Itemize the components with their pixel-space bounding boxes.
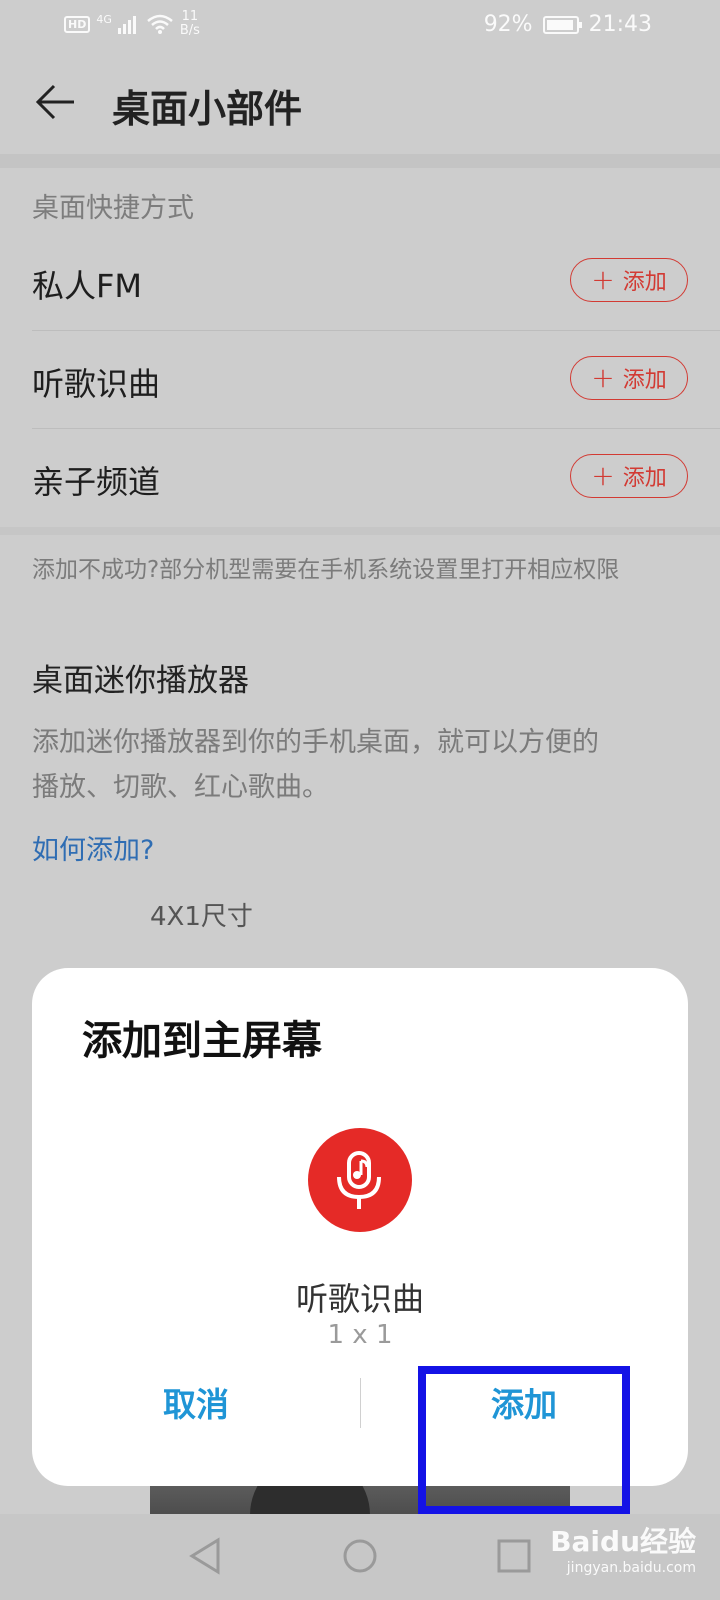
battery-fill bbox=[546, 19, 573, 30]
shortcut-row-recognize: 听歌识曲 + 添加 bbox=[32, 331, 720, 429]
network-speed-value: 11 bbox=[181, 9, 199, 24]
shortcut-label: 听歌识曲 bbox=[32, 365, 161, 403]
shortcut-row-kids: 亲子频道 + 添加 bbox=[32, 429, 688, 527]
widget-size-label: 4X1尺寸 bbox=[150, 902, 253, 932]
dialog-app-name: 听歌识曲 bbox=[295, 1280, 424, 1318]
page-title: 桌面小部件 bbox=[112, 87, 303, 131]
watermark: Baidu经验 jingyan.baidu.com bbox=[550, 1520, 696, 1576]
add-button-label: 添加 bbox=[622, 368, 667, 393]
cancel-button[interactable]: 取消 bbox=[32, 1370, 360, 1434]
mini-player-description: 添加迷你播放器到你的手机桌面，就可以方便的 播放、切歌、红心歌曲。 bbox=[32, 720, 692, 810]
wifi-icon bbox=[147, 14, 173, 34]
plus-icon: + bbox=[591, 459, 615, 492]
microphone-music-icon bbox=[308, 1128, 412, 1232]
hd-badge: HD bbox=[64, 15, 91, 33]
app-header: 桌面小部件 bbox=[0, 60, 720, 150]
plus-icon: + bbox=[591, 361, 615, 394]
status-bar: HD 4G 11 B/s 92% 21:43 bbox=[0, 0, 720, 52]
add-shortcut-button[interactable]: + 添加 bbox=[570, 356, 688, 400]
add-button-label: 添加 bbox=[622, 466, 667, 491]
permission-hint: 添加不成功?部分机型需要在手机系统设置里打开相应权限 bbox=[32, 557, 620, 583]
add-button-label: 添加 bbox=[622, 270, 667, 295]
nav-home-icon[interactable] bbox=[340, 1536, 380, 1576]
watermark-brand: Baidu经验 bbox=[550, 1525, 696, 1558]
add-shortcut-button[interactable]: + 添加 bbox=[570, 258, 688, 302]
plus-icon: + bbox=[591, 263, 615, 296]
header-separator bbox=[0, 154, 720, 168]
shortcut-label: 私人FM bbox=[32, 267, 143, 305]
status-right: 92% 21:43 bbox=[484, 12, 652, 37]
how-to-add-link[interactable]: 如何添加? bbox=[32, 828, 154, 867]
nav-back-icon[interactable] bbox=[186, 1536, 226, 1576]
nav-recents-icon[interactable] bbox=[494, 1536, 534, 1576]
system-nav-bar: Baidu经验 jingyan.baidu.com bbox=[0, 1514, 720, 1600]
battery-percent: 92% bbox=[483, 12, 533, 37]
add-shortcut-button[interactable]: + 添加 bbox=[570, 454, 688, 498]
shortcuts-section-label: 桌面快捷方式 bbox=[32, 193, 194, 224]
mini-player-title: 桌面迷你播放器 bbox=[32, 663, 249, 699]
mini-player-description-line1: 添加迷你播放器到你的手机桌面，就可以方便的 bbox=[32, 727, 599, 758]
network-speed: 11 B/s bbox=[180, 10, 200, 38]
network-type: 4G bbox=[96, 12, 112, 26]
signal-icon bbox=[117, 16, 136, 34]
network-speed-unit: B/s bbox=[179, 23, 200, 38]
shortcut-row-fm: 私人FM + 添加 bbox=[32, 233, 720, 331]
battery-icon bbox=[542, 15, 582, 34]
mini-player-description-line2: 播放、切歌、红心歌曲。 bbox=[32, 772, 329, 803]
microphone-glyph bbox=[337, 1151, 381, 1209]
dialog-app-size: 1 x 1 bbox=[327, 1320, 393, 1350]
screen-root: HD 4G 11 B/s 92% 21:43 桌面小部件 桌面快捷方式 私人FM… bbox=[0, 0, 720, 1600]
watermark-url: jingyan.baidu.com bbox=[566, 1560, 696, 1576]
dialog-title: 添加到主屏幕 bbox=[82, 1018, 322, 1064]
status-left: HD 4G 11 B/s bbox=[64, 10, 200, 38]
shortcut-label: 亲子频道 bbox=[32, 463, 161, 501]
section-separator bbox=[0, 527, 720, 535]
clock: 21:43 bbox=[588, 12, 652, 37]
highlight-box bbox=[418, 1366, 630, 1514]
back-arrow-icon[interactable] bbox=[34, 80, 78, 124]
